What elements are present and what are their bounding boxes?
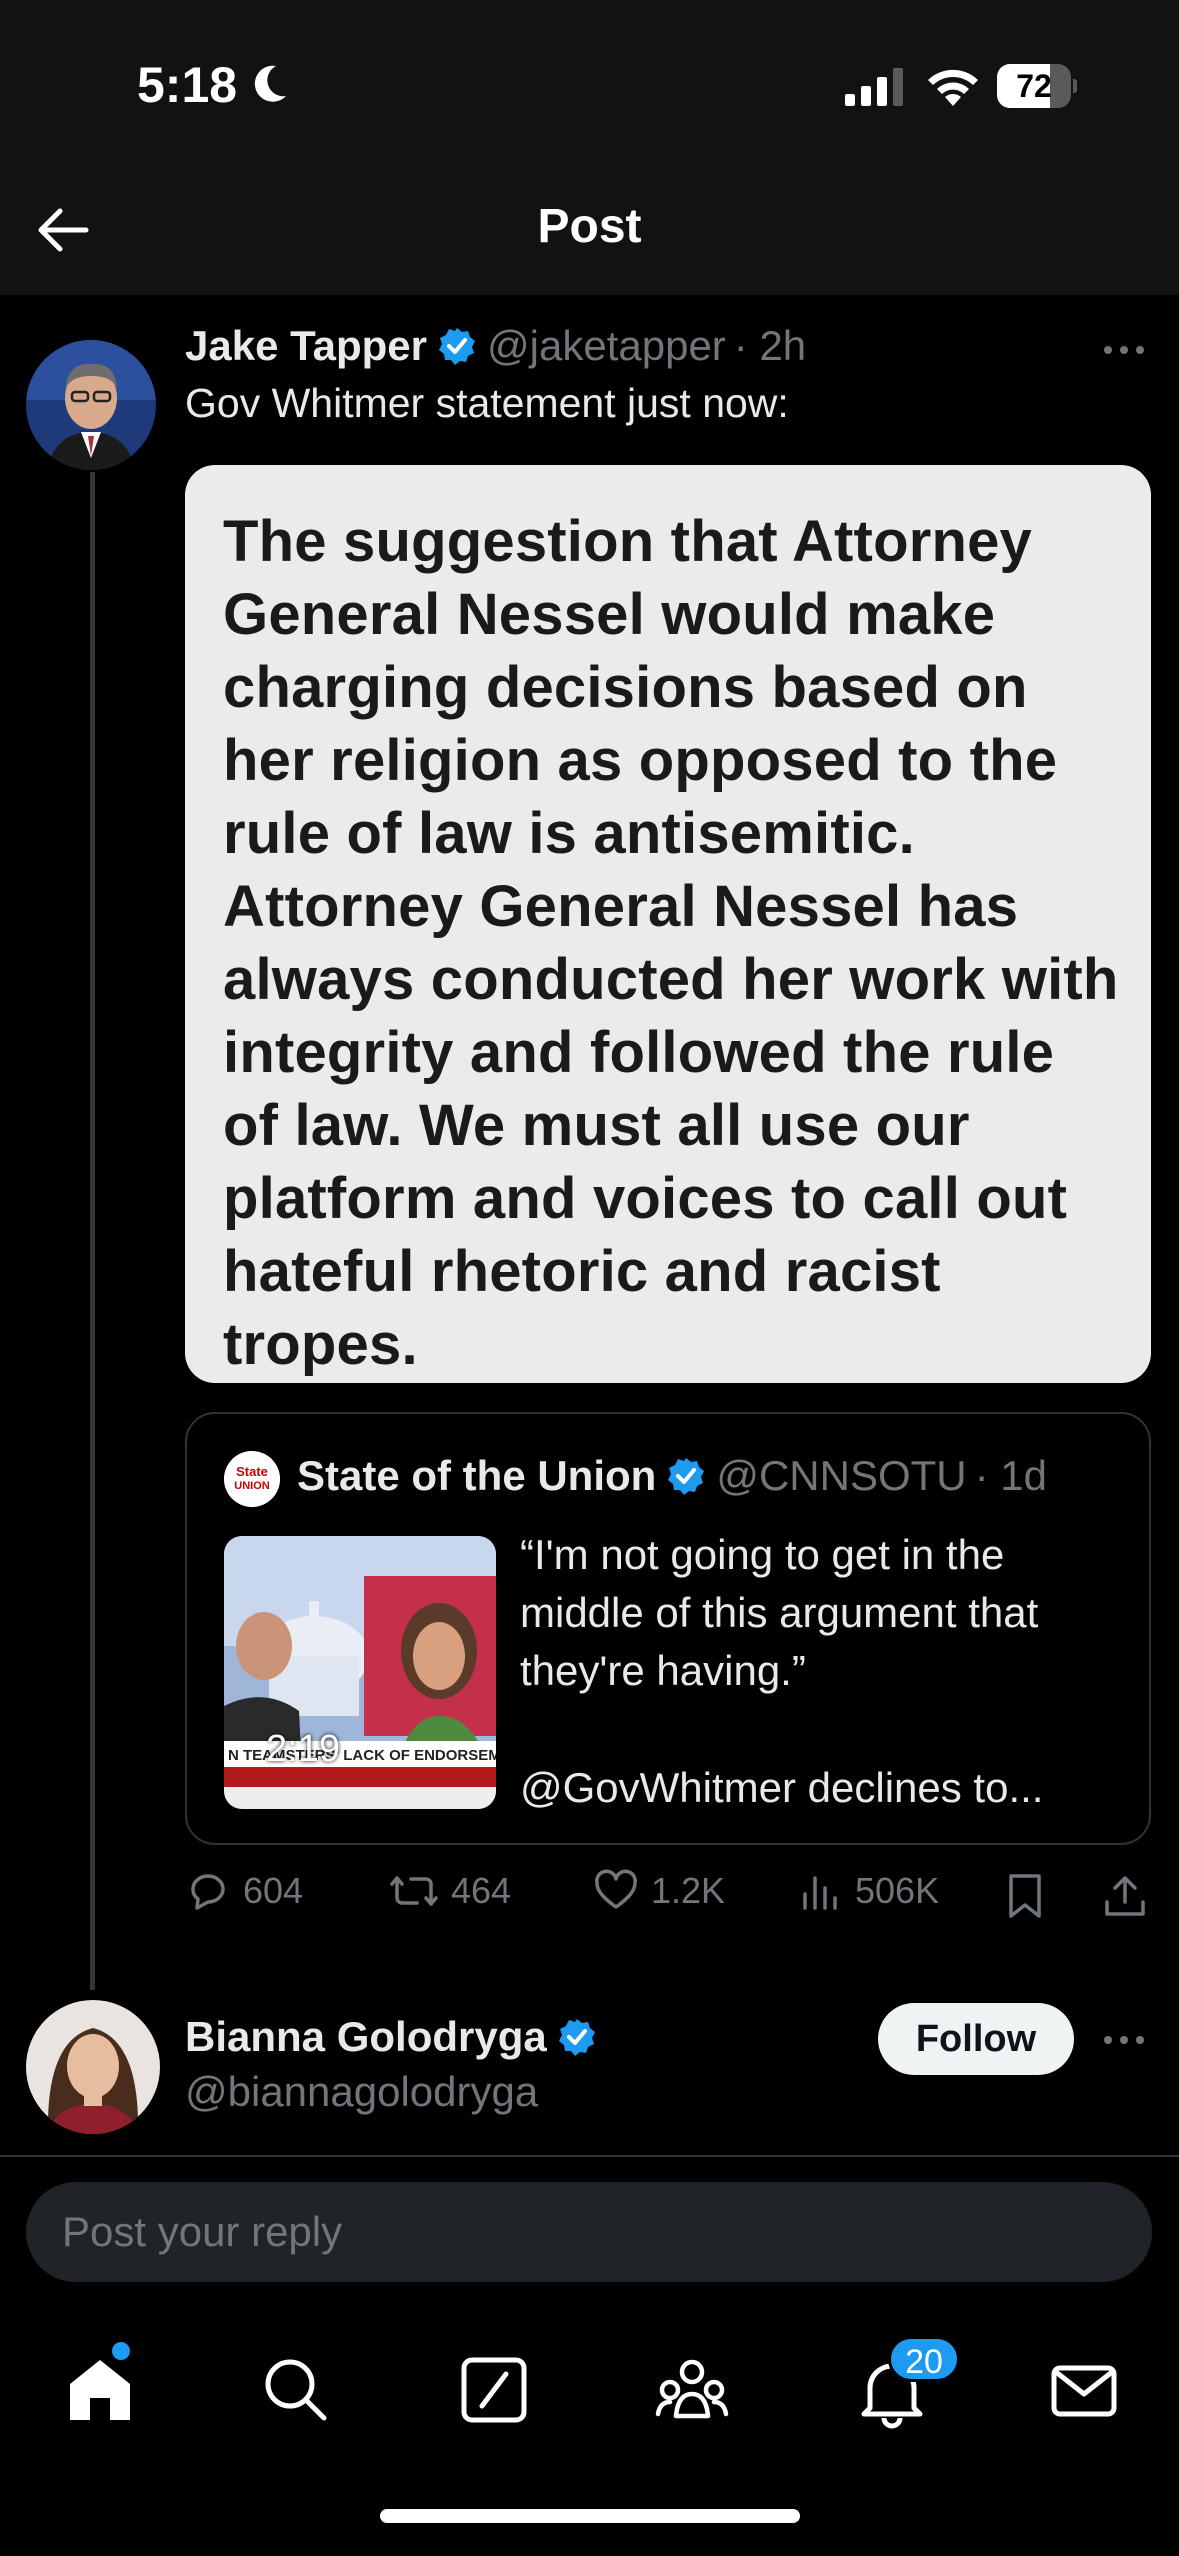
verified-badge-icon	[668, 1458, 705, 1495]
tab-home[interactable]	[60, 2342, 140, 2430]
quoted-post[interactable]: State UNION State of the Union @CNNSOTU …	[185, 1412, 1151, 1845]
like-count: 1.2K	[651, 1870, 726, 1911]
statement-text: The suggestion that Attorney General Nes…	[223, 509, 1119, 1377]
repost-icon	[390, 1876, 438, 1906]
bookmark-icon[interactable]	[1005, 1872, 1045, 1920]
more-options-icon[interactable]	[1104, 2030, 1148, 2050]
reply-icon	[191, 1874, 225, 1910]
tab-search[interactable]	[256, 2350, 336, 2430]
views-icon	[803, 1876, 837, 1910]
verified-badge-icon	[439, 328, 476, 365]
tweet-author-row: Jake Tapper @jaketapper · 2h	[185, 322, 806, 370]
reply-user-name-row: Bianna Golodryga	[185, 2013, 607, 2061]
avatar-state-of-the-union: State UNION	[224, 1451, 280, 1507]
home-indicator	[380, 2509, 800, 2523]
view-count: 506K	[855, 1870, 940, 1911]
svg-text:State: State	[236, 1464, 268, 1479]
quote-text-continued: @GovWhitmer declines to...	[520, 1764, 1044, 1811]
communities-icon	[655, 2359, 729, 2419]
quote-author-handle: @CNNSOTU	[716, 1452, 967, 1499]
tab-grok[interactable]	[454, 2350, 534, 2430]
page-title: Post	[537, 200, 642, 253]
tweet-text: Gov Whitmer statement just now:	[185, 380, 789, 426]
repost-button[interactable]: 464	[389, 1868, 511, 1914]
video-duration: 2:19	[266, 1728, 340, 1770]
search-icon	[265, 2359, 327, 2421]
quote-text: “I'm not going to get in the middle of t…	[520, 1531, 1039, 1694]
video-thumbnail[interactable]: N TEAMSTERS' LACK OF ENDORSEMENT 2:19	[224, 1536, 496, 1809]
author-handle[interactable]: @jaketapper	[487, 322, 726, 370]
reply-input[interactable]	[62, 2182, 1122, 2282]
header: Post	[0, 175, 1179, 295]
quote-author-row: State of the Union @CNNSOTU · 1d	[297, 1452, 1047, 1500]
tab-bar: 20	[0, 2310, 1179, 2460]
share-icon[interactable]	[1103, 1872, 1147, 1920]
signal-icon	[845, 68, 903, 106]
tweet-time: · 2h	[733, 322, 807, 369]
follow-button[interactable]: Follow	[878, 2003, 1074, 2075]
battery-indicator: 72	[997, 64, 1077, 108]
tab-messages[interactable]	[1044, 2350, 1124, 2430]
repost-count: 464	[451, 1870, 512, 1911]
messages-icon	[1051, 2365, 1117, 2417]
views-button[interactable]: 506K	[799, 1868, 939, 1914]
reply-button[interactable]: 604	[185, 1868, 303, 1914]
notifications-badge: 20	[888, 2336, 960, 2382]
status-time: 5:18	[137, 57, 238, 113]
tweet-actions: 604 464 1.2K 506K	[185, 1868, 1151, 1928]
quote-author-name: State of the Union	[297, 1452, 657, 1499]
avatar-jake-tapper[interactable]	[26, 340, 156, 470]
reply-user-handle[interactable]: @biannagolodryga	[185, 2068, 538, 2116]
reply-user-name[interactable]: Bianna Golodryga	[185, 2013, 547, 2061]
svg-text:UNION: UNION	[234, 1480, 270, 1492]
moon-icon	[254, 65, 286, 102]
home-icon	[70, 2360, 130, 2420]
like-button[interactable]: 1.2K	[593, 1868, 725, 1914]
reply-box	[26, 2182, 1152, 2282]
avatar-bianna-golodryga[interactable]	[26, 2000, 160, 2134]
verified-badge-icon	[558, 2019, 595, 2056]
grok-icon	[461, 2357, 527, 2423]
reply-count: 604	[243, 1870, 304, 1911]
home-new-dot	[112, 2342, 130, 2360]
heart-icon	[595, 1869, 637, 1909]
tab-communities[interactable]	[652, 2350, 732, 2430]
more-options-icon[interactable]	[1104, 340, 1148, 360]
battery-level: 72	[1016, 68, 1052, 104]
wifi-icon	[928, 69, 978, 106]
divider	[0, 2155, 1179, 2157]
tab-notifications[interactable]: 20	[852, 2336, 960, 2430]
statement-image[interactable]: The suggestion that Attorney General Nes…	[185, 465, 1151, 1383]
thread-line	[90, 472, 95, 1990]
quote-time: · 1d	[974, 1452, 1048, 1499]
author-name[interactable]: Jake Tapper	[185, 322, 427, 370]
status-bar: 5:18 72	[0, 0, 1179, 175]
